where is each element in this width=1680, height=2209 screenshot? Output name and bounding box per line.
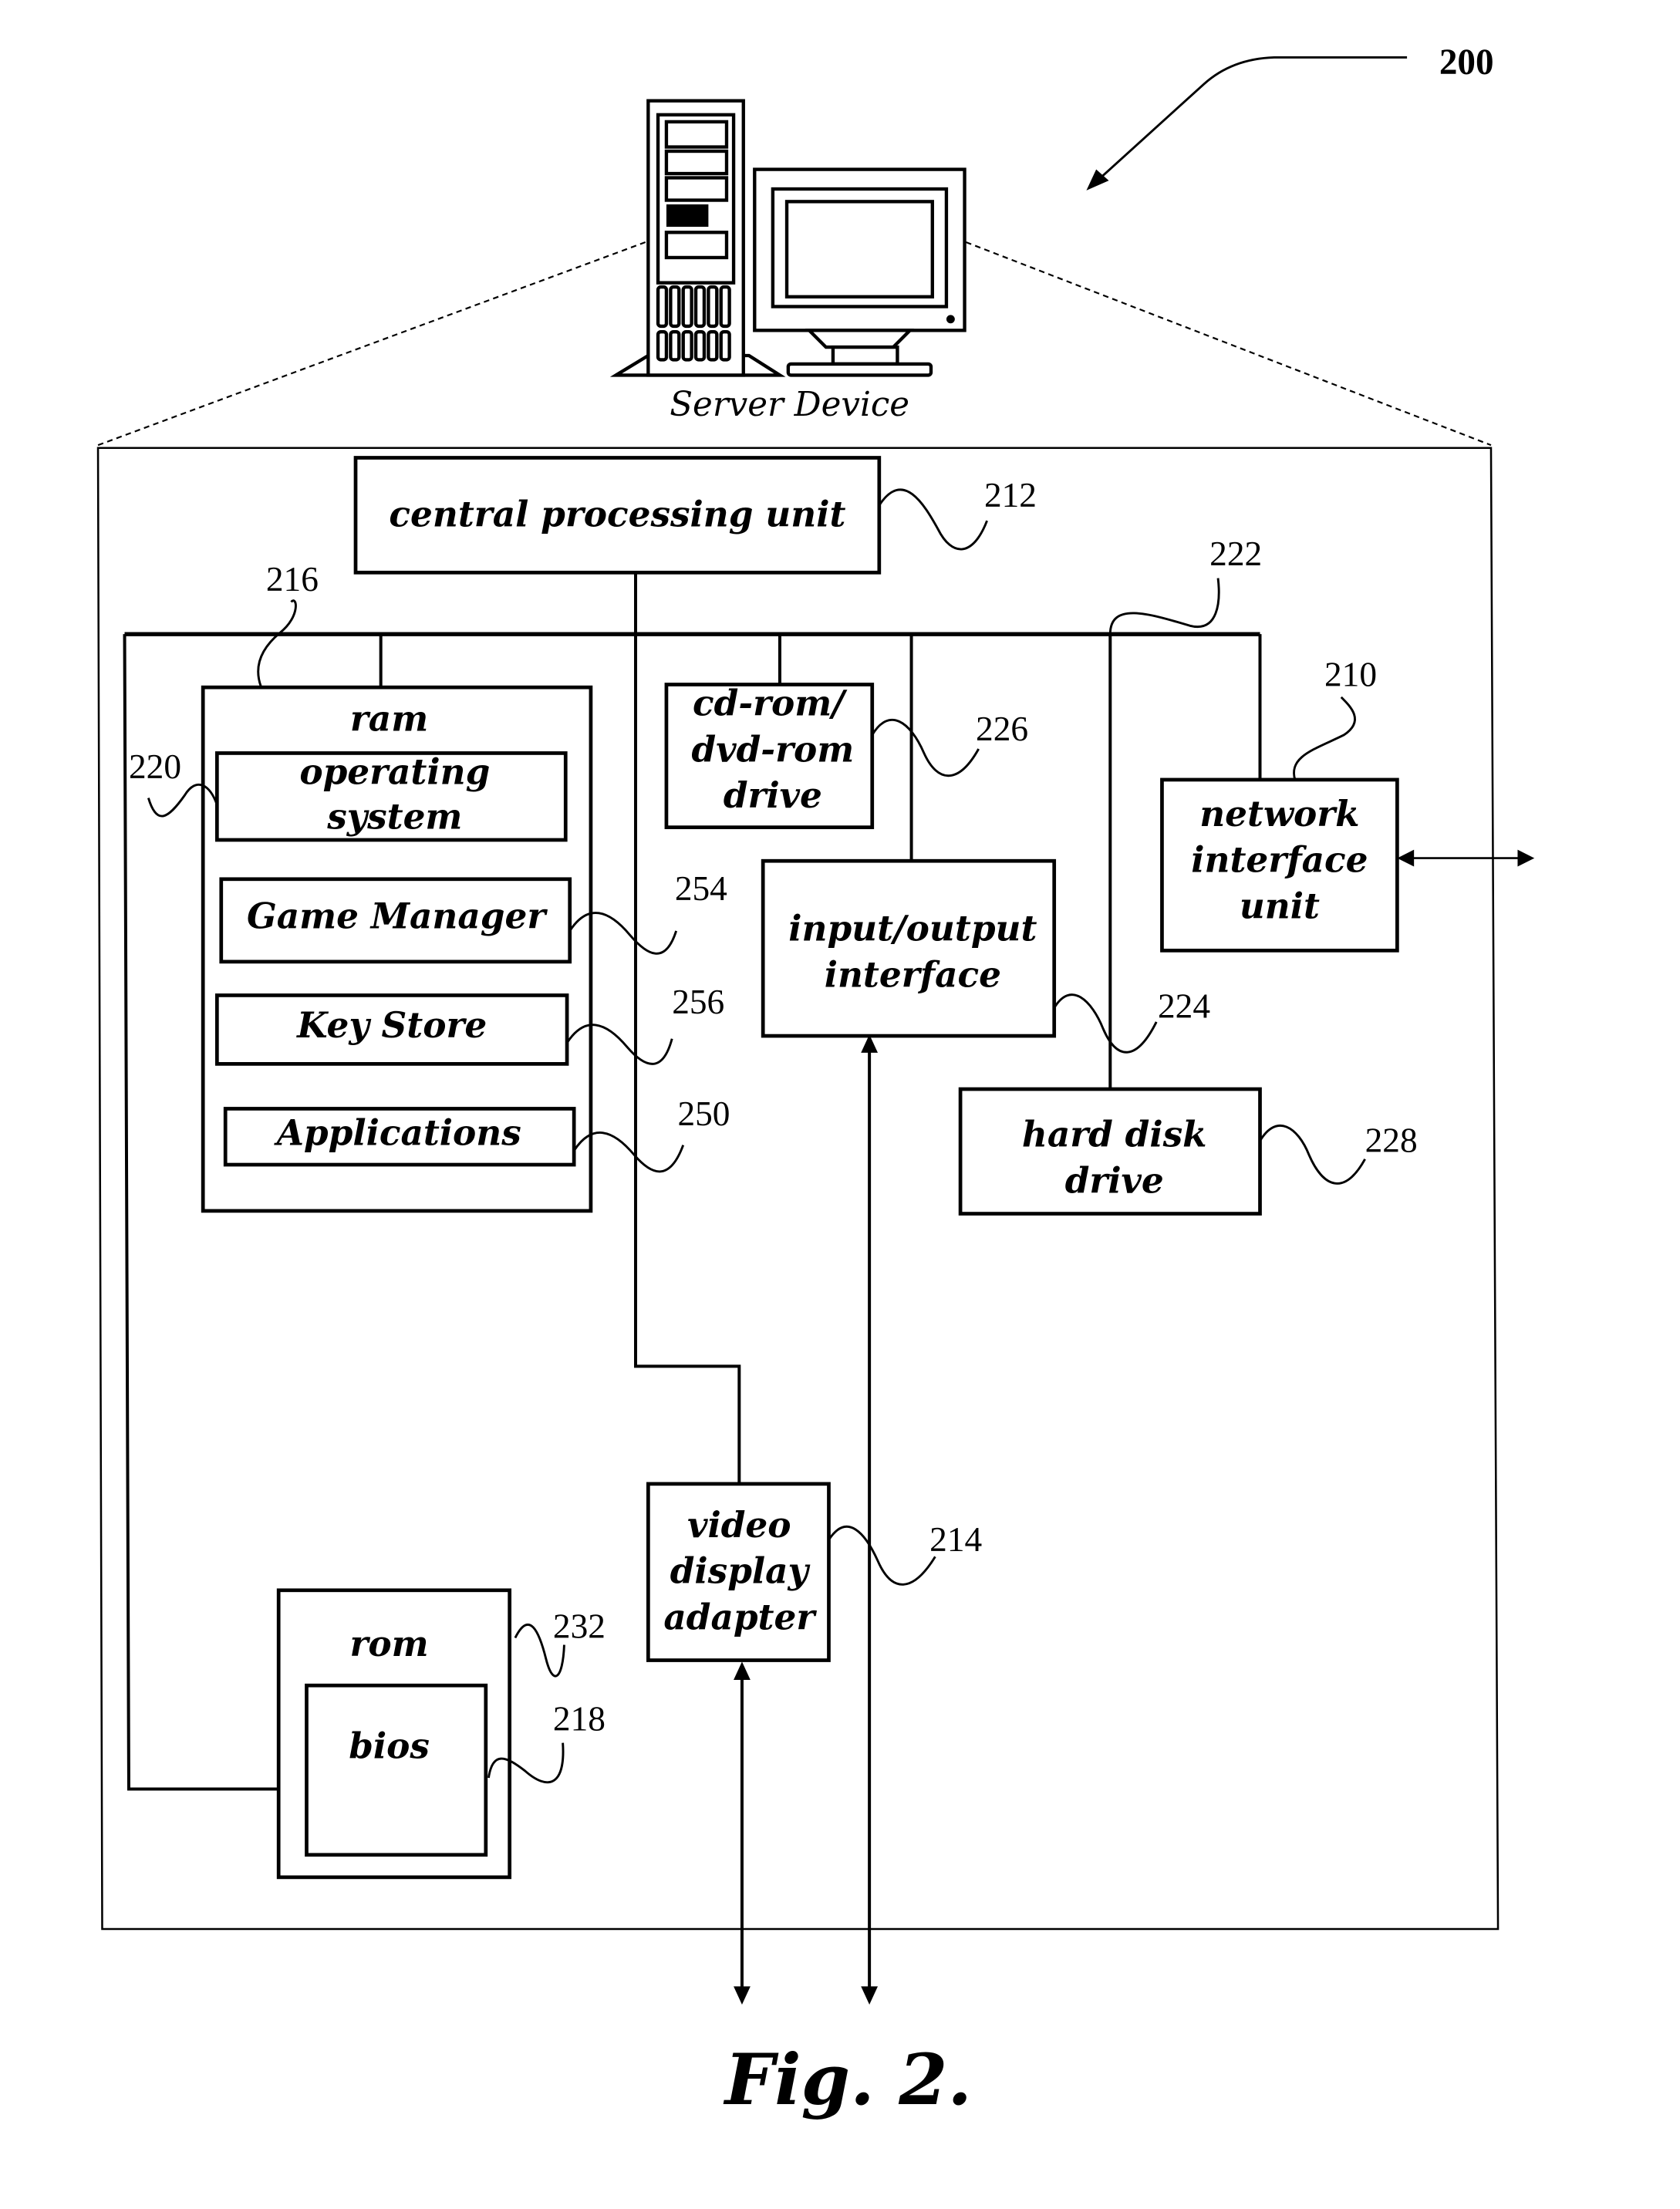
ram-leader (257, 599, 297, 690)
reference-number: 200 (1439, 42, 1494, 83)
arrow-up-icon (734, 1661, 751, 1680)
io-interface-block[interactable]: input/output interface (761, 858, 1057, 1038)
hdd-ref: 228 (1365, 1121, 1418, 1160)
io-leader (1053, 993, 1158, 1054)
cdrom-ref: 226 (976, 710, 1028, 748)
server-device-block-diagram: 200 Server Device central processing uni… (96, 42, 1535, 2121)
applications-ref: 250 (677, 1094, 730, 1133)
hdd-label-line2: drive (1065, 1159, 1164, 1201)
video-label-line1: video (687, 1504, 791, 1546)
cpu-block[interactable]: central processing unit (353, 456, 882, 575)
cpu-leader (878, 488, 988, 551)
cpu-label: central processing unit (389, 493, 845, 535)
video-ref: 214 (929, 1520, 982, 1559)
ram-ref: 216 (266, 560, 319, 599)
projection-line-right (965, 241, 1492, 447)
device-caption: Server Device (670, 386, 909, 424)
cdrom-drive-block[interactable]: cd-rom/ dvd-rom drive (664, 682, 875, 829)
video-label-line2: display (670, 1550, 811, 1592)
io-label-line2: interface (825, 954, 1001, 996)
key-store-block[interactable]: Key Store (214, 993, 569, 1066)
arrow-left-icon (1397, 849, 1415, 867)
cdrom-label-line3: drive (724, 774, 822, 816)
network-label-line3: unit (1240, 885, 1320, 927)
game-manager-label: Game Manager (247, 895, 548, 936)
operating-system-block[interactable]: operating system (214, 750, 568, 842)
os-label-line1: operating (299, 750, 490, 792)
arrow-down-icon (861, 1986, 879, 2005)
key-store-ref: 256 (672, 983, 724, 1021)
cpu-ref: 212 (984, 476, 1037, 514)
video-leader (828, 1525, 936, 1586)
network-leader (1293, 696, 1356, 781)
bios-block[interactable]: bios (305, 1683, 488, 1857)
ram-label: ram (350, 697, 428, 739)
video-display-adapter-block[interactable]: video display adapter (646, 1482, 831, 1662)
hdd-label-line1: hard disk (1022, 1113, 1207, 1155)
game-manager-block[interactable]: Game Manager (219, 877, 572, 964)
game-manager-ref: 254 (675, 869, 727, 908)
video-label-line3: adapter (663, 1597, 817, 1638)
bus-ref: 222 (1209, 535, 1262, 573)
io-label-line1: input/output (788, 908, 1037, 949)
figure-reference-200: 200 (1086, 42, 1494, 191)
rom-label: rom (349, 1623, 428, 1664)
cdrom-leader (871, 718, 980, 777)
applications-block[interactable]: Applications (223, 1107, 576, 1167)
os-label-line2: system (326, 795, 462, 837)
projection-line-left (97, 241, 646, 447)
network-label-line2: interface (1191, 839, 1368, 881)
rom-ref: 232 (553, 1607, 606, 1645)
io-ref: 224 (1158, 986, 1210, 1025)
figure-caption: Fig. 2. (723, 2039, 972, 2121)
applications-label: Applications (274, 1112, 521, 1154)
reference-leader-line (1098, 56, 1408, 180)
cdrom-label-line2: dvd-rom (691, 728, 854, 770)
hard-disk-drive-block[interactable]: hard disk drive (958, 1087, 1262, 1216)
bios-label: bios (349, 1725, 430, 1767)
arrow-down-icon (734, 1986, 751, 2005)
cdrom-label-line1: cd-rom/ (693, 682, 848, 723)
bus-leader (1108, 578, 1220, 635)
os-ref: 220 (129, 747, 181, 786)
network-ref: 210 (1324, 655, 1377, 693)
arrow-right-icon (1517, 849, 1535, 867)
monitor-icon (753, 167, 967, 377)
network-interface-block[interactable]: network interface unit (1160, 777, 1399, 953)
key-store-label: Key Store (295, 1004, 487, 1046)
hdd-leader (1259, 1124, 1366, 1185)
network-label-line1: network (1199, 793, 1359, 835)
bios-ref: 218 (553, 1699, 606, 1738)
